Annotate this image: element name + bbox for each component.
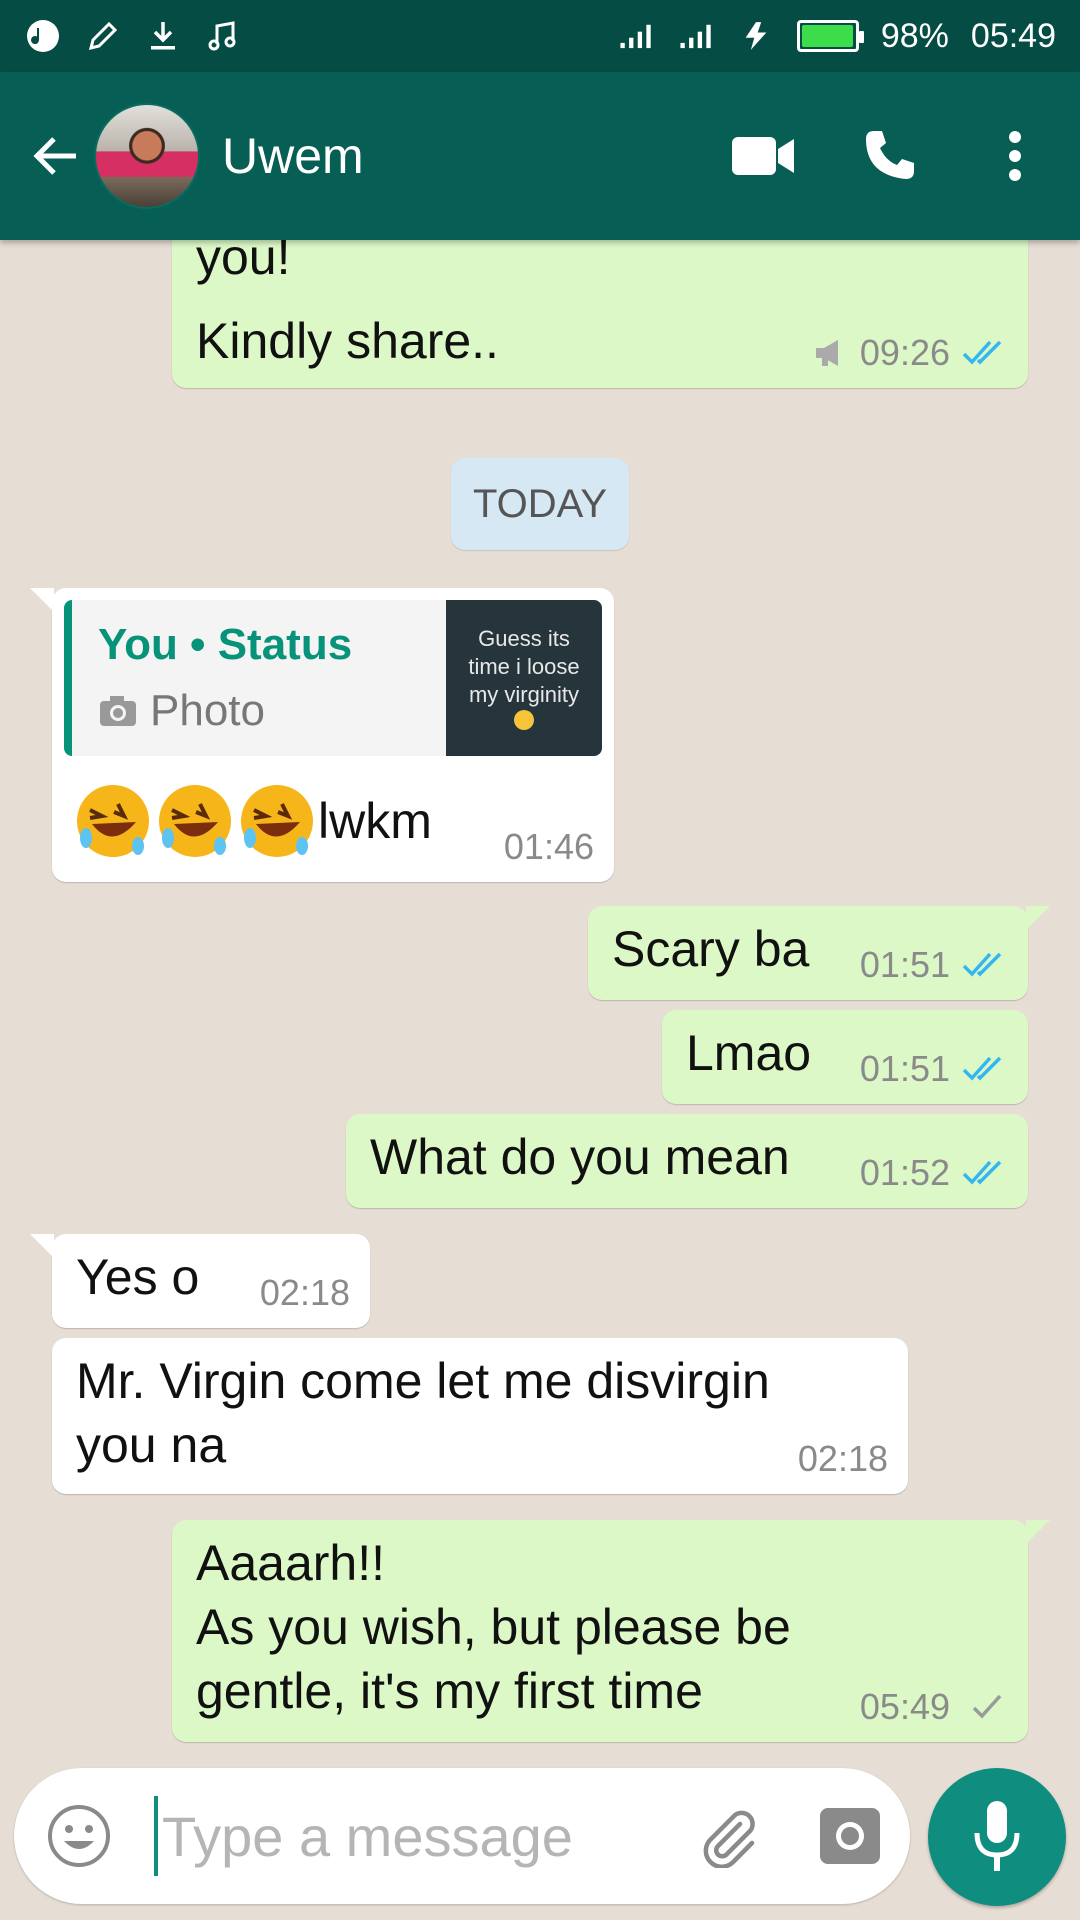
quoted-type-label: Photo	[150, 686, 265, 735]
status-bar-right: 98% 05:49	[617, 17, 1056, 56]
edit-icon	[84, 17, 122, 55]
text-cursor	[154, 1796, 158, 1876]
camera-icon[interactable]	[810, 1796, 890, 1876]
message-time: 09:26	[859, 332, 950, 373]
message-outgoing[interactable]: you! Kindly share.. 09:26	[172, 240, 1028, 388]
message-meta: 01:51	[860, 944, 1008, 986]
message-text: gentle, it's my first time	[196, 1663, 703, 1719]
contact-name[interactable]: Uwem	[222, 127, 718, 185]
message-time: 02:18	[259, 1272, 350, 1313]
message-text: Yes o	[76, 1249, 200, 1305]
message-meta: 05:49	[860, 1686, 1008, 1728]
broadcast-icon	[815, 340, 838, 366]
music-icon	[204, 17, 242, 55]
read-ticks-icon	[962, 952, 1002, 977]
whatsapp-icon	[24, 17, 62, 55]
chat-header: Uwem	[0, 72, 1080, 240]
status-bar-left	[24, 17, 242, 55]
laughing-emoji-icon	[77, 785, 149, 857]
message-outgoing[interactable]: What do you mean 01:52	[346, 1114, 1028, 1208]
more-options-icon[interactable]	[970, 111, 1060, 201]
message-time: 01:52	[859, 1152, 950, 1193]
sent-tick-icon	[972, 1694, 1002, 1719]
message-meta: 09:26	[812, 332, 1008, 374]
signal-icon	[677, 17, 715, 55]
message-time: 01:46	[503, 826, 594, 867]
message-text: Scary ba	[612, 921, 810, 977]
message-text: As you wish, but please be	[196, 1599, 791, 1655]
message-text: Mr. Virgin come let me disvirgin	[76, 1353, 770, 1409]
laughing-emoji-icon	[159, 785, 231, 857]
thumbnail-text: Guess its time i loose my virginity	[468, 626, 580, 707]
message-incoming[interactable]: Yes o 02:18	[30, 1234, 370, 1328]
message-text: you!	[196, 240, 291, 285]
message-outgoing[interactable]: Aaaarh!! As you wish, but please be gent…	[172, 1520, 1050, 1742]
message-meta: 01:51	[860, 1048, 1008, 1090]
status-bar: 98% 05:49	[0, 0, 1080, 72]
message-time: 01:51	[859, 944, 950, 985]
quoted-status[interactable]: You • Status Photo Guess its time i loos…	[64, 600, 602, 756]
message-input-bar	[14, 1768, 910, 1904]
chat-area[interactable]: you! Kindly share.. 09:26 TODAY You • St…	[0, 240, 1080, 1760]
phone-icon[interactable]	[844, 111, 934, 201]
message-meta: 02:18	[798, 1438, 888, 1480]
emoji-icon[interactable]	[44, 1801, 114, 1871]
message-meta: 02:18	[260, 1272, 350, 1314]
mic-icon	[974, 1801, 1020, 1871]
status-thumbnail: Guess its time i loose my virginity	[446, 600, 602, 756]
message-outgoing[interactable]: Lmao 01:51	[662, 1010, 1028, 1104]
battery-percent: 98%	[880, 16, 949, 55]
message-time: 05:49	[859, 1686, 950, 1727]
back-arrow-icon[interactable]	[20, 121, 90, 191]
message-text: What do you mean	[370, 1129, 790, 1185]
camera-icon	[100, 696, 136, 726]
quoted-author: You • Status	[98, 620, 353, 669]
message-incoming[interactable]: Mr. Virgin come let me disvirgin you na …	[52, 1338, 908, 1494]
mic-button[interactable]	[928, 1768, 1066, 1906]
read-ticks-icon	[962, 1056, 1002, 1081]
read-ticks-icon	[962, 1160, 1002, 1185]
message-outgoing[interactable]: Scary ba 01:51	[588, 906, 1050, 1000]
message-time: 01:51	[859, 1048, 950, 1089]
video-call-icon[interactable]	[718, 111, 808, 201]
message-meta: 01:46	[504, 826, 594, 868]
message-meta: 01:52	[860, 1152, 1008, 1194]
battery-level	[801, 25, 854, 47]
message-text: you na	[76, 1417, 227, 1473]
laughing-emoji-icon	[241, 785, 313, 857]
read-ticks-icon	[962, 340, 1002, 365]
message-input[interactable]	[162, 1803, 682, 1869]
message-text: Aaaarh!!	[196, 1535, 386, 1591]
message-text: lwkm	[318, 793, 432, 849]
quoted-type: Photo	[98, 686, 265, 736]
signal-icon	[617, 17, 655, 55]
flash-icon	[737, 17, 775, 55]
message-content: lwkm	[72, 780, 432, 862]
date-separator: TODAY	[451, 458, 629, 550]
battery-icon	[796, 20, 864, 52]
message-incoming[interactable]: You • Status Photo Guess its time i loos…	[30, 588, 614, 882]
attach-icon[interactable]	[688, 1796, 768, 1876]
avatar[interactable]	[94, 103, 200, 209]
message-text: Kindly share..	[196, 313, 499, 369]
message-time: 02:18	[797, 1438, 888, 1479]
status-time: 05:49	[970, 16, 1056, 55]
message-text: Lmao	[686, 1025, 812, 1081]
download-icon	[144, 17, 182, 55]
thinking-emoji-icon	[514, 710, 534, 730]
